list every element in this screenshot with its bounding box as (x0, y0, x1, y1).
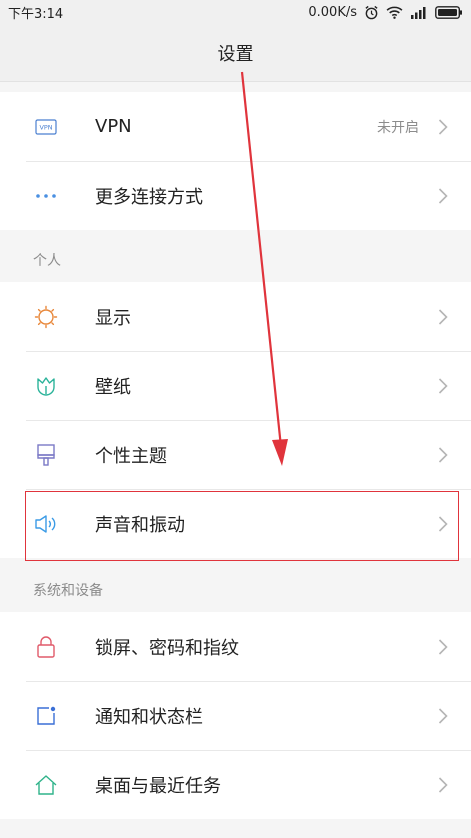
system-group: 锁屏、密码和指纹 通知和状态栏 桌面与最近任务 (0, 612, 471, 819)
network-speed: 0.00K/s (308, 4, 357, 20)
status-icons: 0.00K/s (308, 5, 463, 20)
status-bar: 下午3:14 0.00K/s (0, 0, 471, 24)
settings-item-more-connections[interactable]: 更多连接方式 (0, 161, 471, 230)
chevron-right-icon (437, 707, 449, 725)
chevron-right-icon (437, 446, 449, 464)
settings-item-vpn[interactable]: VPN VPN 未开启 (0, 92, 471, 161)
settings-item-sound-vibration[interactable]: 声音和振动 (0, 489, 471, 558)
settings-item-label: 显示 (95, 307, 131, 329)
settings-item-wallpaper[interactable]: 壁纸 (0, 351, 471, 420)
tulip-icon (33, 373, 59, 399)
settings-item-label: 更多连接方式 (95, 186, 203, 208)
settings-item-notifications[interactable]: 通知和状态栏 (0, 681, 471, 750)
status-time: 下午3:14 (8, 6, 64, 22)
settings-item-label: 壁纸 (95, 376, 131, 398)
settings-item-label: VPN (95, 116, 132, 137)
settings-item-lockscreen[interactable]: 锁屏、密码和指纹 (0, 612, 471, 681)
section-title: 个人 (33, 253, 61, 269)
chevron-right-icon (437, 515, 449, 533)
personal-group: 显示 壁纸 个性主题 声音和振动 (0, 282, 471, 558)
section-title: 系统和设备 (33, 583, 103, 599)
settings-item-label: 桌面与最近任务 (95, 775, 221, 797)
alarm-icon (364, 5, 379, 20)
svg-text:VPN: VPN (39, 123, 52, 131)
speaker-icon (33, 511, 59, 537)
more-dots-icon (33, 183, 59, 209)
settings-item-label: 声音和振动 (95, 514, 185, 536)
sun-icon (33, 304, 59, 330)
vpn-status-value: 未开启 (377, 119, 419, 136)
chevron-right-icon (437, 377, 449, 395)
section-header-personal: 个人 (0, 236, 471, 280)
signal-icon (410, 6, 428, 19)
section-header-system: 系统和设备 (0, 566, 471, 610)
title-bar: 设置 (0, 24, 471, 82)
chevron-right-icon (437, 776, 449, 794)
vpn-icon: VPN (33, 114, 59, 140)
page-title: 设置 (217, 43, 254, 65)
chevron-right-icon (437, 638, 449, 656)
notification-icon (33, 703, 59, 729)
chevron-right-icon (437, 187, 449, 205)
brush-icon (33, 442, 59, 468)
chevron-right-icon (437, 118, 449, 136)
lock-icon (33, 634, 59, 660)
settings-item-themes[interactable]: 个性主题 (0, 420, 471, 489)
settings-item-label: 通知和状态栏 (95, 706, 203, 728)
settings-item-display[interactable]: 显示 (0, 282, 471, 351)
settings-item-home-recents[interactable]: 桌面与最近任务 (0, 750, 471, 819)
network-group: VPN VPN 未开启 更多连接方式 (0, 92, 471, 230)
settings-item-label: 个性主题 (95, 445, 167, 467)
home-icon (33, 772, 59, 798)
wifi-icon (386, 6, 403, 19)
chevron-right-icon (437, 308, 449, 326)
battery-icon (435, 5, 463, 19)
settings-item-label: 锁屏、密码和指纹 (95, 637, 239, 659)
